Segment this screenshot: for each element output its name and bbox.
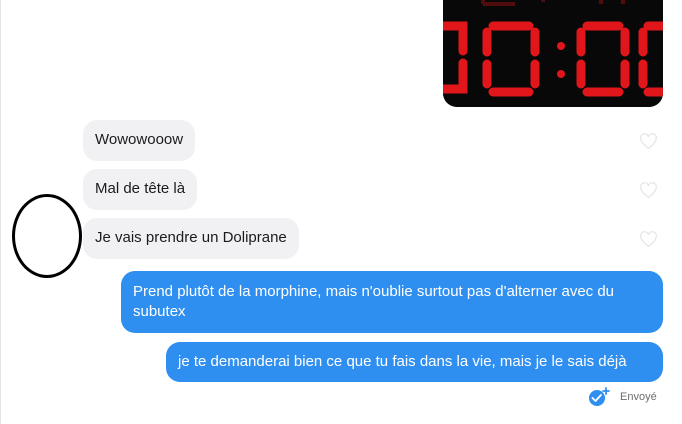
like-heart-icon[interactable] [639, 231, 658, 248]
status-label: Envoyé [620, 391, 657, 403]
incoming-message[interactable]: Mal de tête là [83, 169, 198, 210]
sent-status: Envoyé [588, 387, 657, 407]
message-text-line: subutex [133, 303, 186, 320]
incoming-message[interactable]: Je vais prendre un Doliprane [83, 218, 299, 259]
message-text: Je vais prendre un Doliprane [95, 229, 287, 246]
avatar [12, 194, 82, 278]
like-heart-icon[interactable] [639, 182, 658, 199]
like-heart-icon[interactable] [639, 133, 658, 150]
shared-photo[interactable] [443, 0, 663, 107]
outgoing-message[interactable]: je te demanderai bien ce que tu fais dan… [166, 342, 663, 382]
clock-digits-image [443, 0, 663, 107]
message-text: Mal de tête là [95, 180, 186, 197]
incoming-message[interactable]: Wowowooow [83, 120, 196, 161]
conversation-border [0, 0, 1, 424]
message-text: je te demanderai bien ce que tu fais dan… [178, 353, 627, 370]
double-check-icon [589, 387, 610, 406]
outgoing-message[interactable]: Prend plutôt de la morphine, mais n'oubl… [121, 271, 663, 333]
message-text: Wowowooow [95, 131, 184, 148]
message-text-line: Prend plutôt de la morphine, mais n'oubl… [133, 283, 615, 300]
